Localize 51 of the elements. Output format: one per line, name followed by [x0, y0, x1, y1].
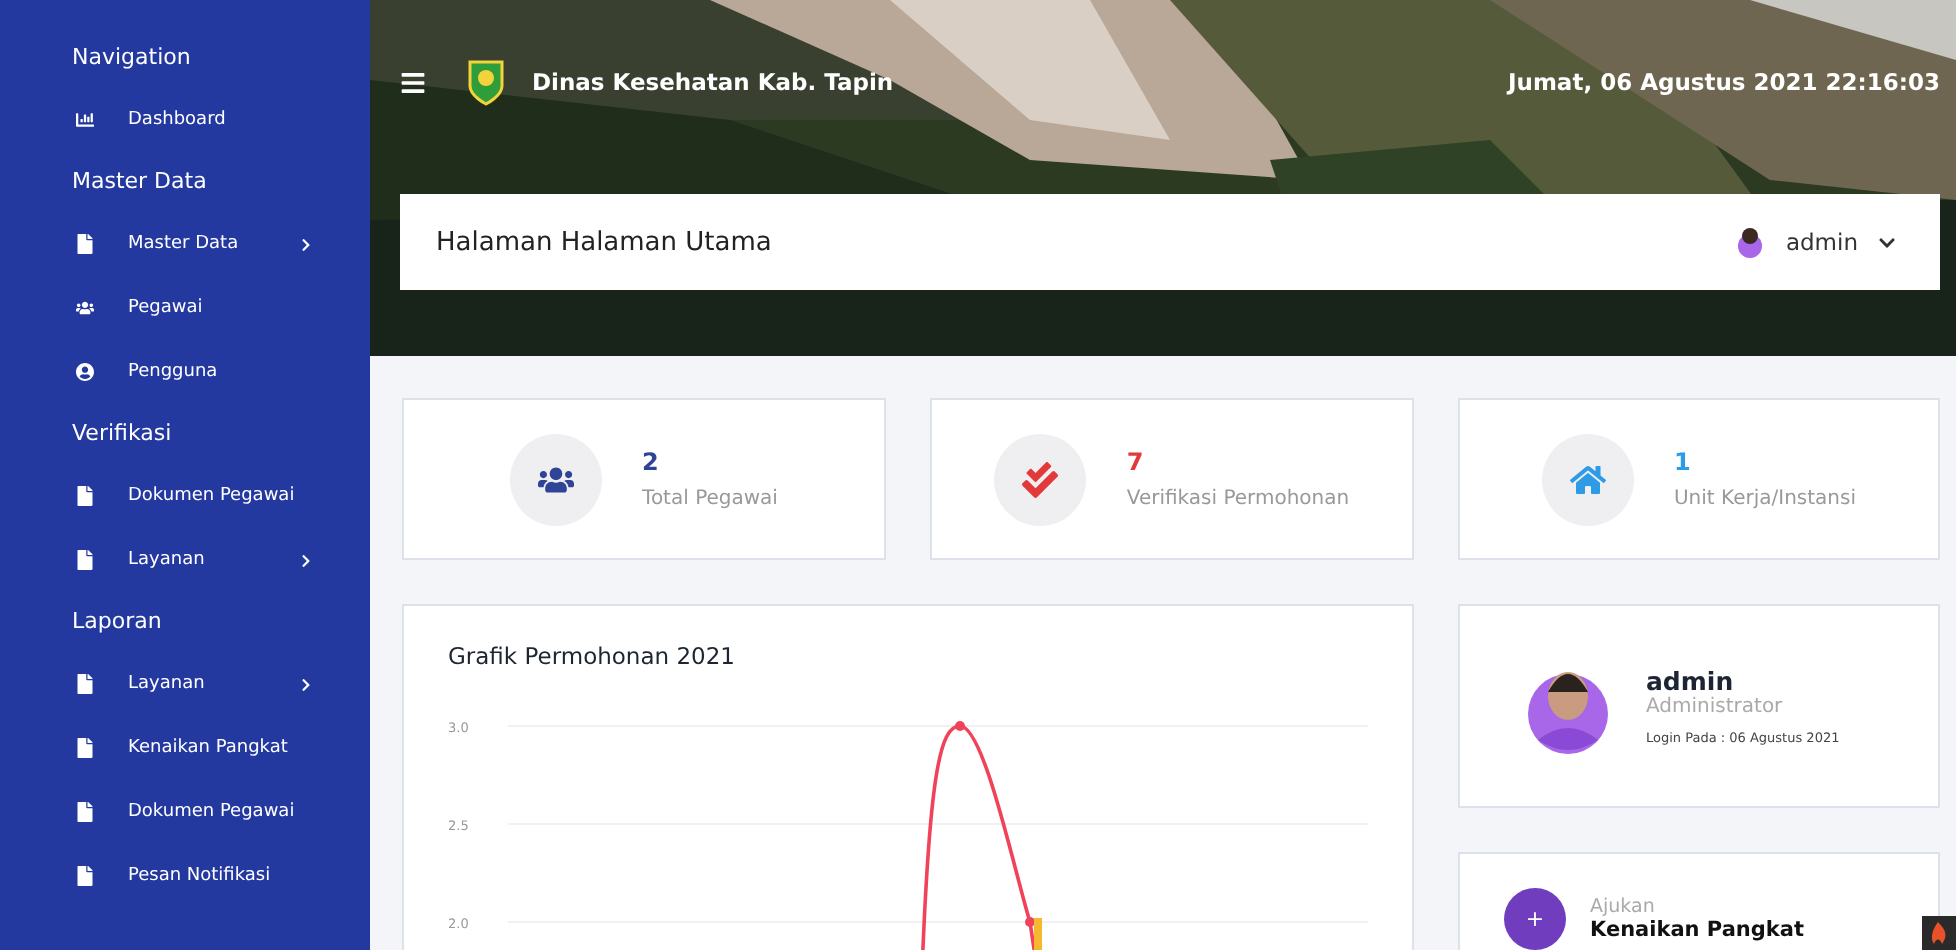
page-title: Halaman Halaman Utama	[436, 227, 772, 257]
sidebar-item[interactable]: Dokumen Pegawai	[0, 780, 370, 844]
section-title: Navigation	[70, 44, 193, 70]
chevron-icon	[300, 237, 312, 251]
section-title: Verifikasi	[70, 420, 174, 446]
shield-logo-icon	[466, 58, 506, 106]
file-icon	[76, 866, 94, 886]
sidebar-item[interactable]: Pesan Notifikasi	[0, 844, 370, 908]
flame-icon[interactable]	[1922, 916, 1956, 950]
sidebar-item[interactable]: Dashboard	[0, 88, 370, 152]
date-time: Jumat, 06 Agustus 2021 22:16:03	[1507, 68, 1940, 96]
site-title: Dinas Kesehatan Kab. Tapin	[532, 68, 894, 96]
stat-label: Total Pegawai	[642, 488, 778, 510]
user-icon	[76, 362, 94, 382]
file-icon	[76, 674, 94, 694]
file-icon	[76, 802, 94, 822]
sidebar-item[interactable]: Master Data	[0, 212, 370, 276]
file-icon	[76, 738, 94, 758]
stat-value: 1	[1673, 448, 1693, 476]
sidebar-item[interactable]: Pegawai	[0, 276, 370, 340]
sidebar-item[interactable]: Pengguna	[0, 340, 370, 404]
action-label: Kenaikan Pangkat	[1590, 917, 1805, 941]
section-title: Laporan	[70, 608, 164, 634]
stat-label: Unit Kerja/Instansi	[1673, 488, 1856, 510]
users-icon	[76, 298, 94, 318]
section-title: Master Data	[70, 168, 209, 194]
chart-icon	[76, 110, 94, 130]
file-icon	[76, 550, 94, 570]
sidebar-item[interactable]: Layanan	[0, 652, 370, 716]
sidebar-item[interactable]: Dokumen Pegawai	[0, 464, 370, 528]
action-caption: Ajukan	[1590, 895, 1657, 917]
stat-value: 7	[1126, 448, 1146, 476]
file-icon	[76, 234, 94, 254]
home-icon	[1569, 461, 1606, 497]
profile-role: Administrator	[1646, 696, 1785, 718]
user-menu-button[interactable]: admin	[1733, 224, 1896, 260]
profile-name: admin	[1646, 666, 1736, 696]
sidebar-item[interactable]: Kenaikan Pangkat	[0, 716, 370, 780]
chevron-icon	[300, 677, 312, 691]
chart-title: Grafik Permohonan 2021	[448, 642, 737, 670]
menu-icon[interactable]	[400, 69, 426, 95]
chevron-icon	[300, 553, 312, 567]
add-button[interactable]: +	[1504, 887, 1566, 949]
caret-icon	[1878, 233, 1896, 251]
avatar-icon	[1733, 224, 1766, 260]
sidebar-item[interactable]: Layanan	[0, 528, 370, 592]
double-check-icon	[1022, 461, 1059, 497]
users-icon	[538, 461, 575, 497]
file-icon	[76, 486, 94, 506]
stat-label: Verifikasi Permohonan	[1126, 488, 1350, 510]
stat-value: 2	[642, 448, 661, 476]
